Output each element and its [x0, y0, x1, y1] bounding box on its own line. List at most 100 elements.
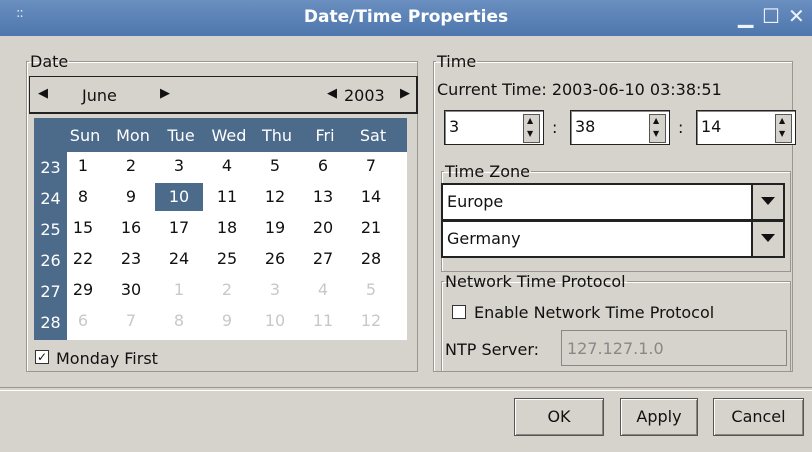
- country-dropdown-button[interactable]: [751, 222, 783, 256]
- chevron-down-icon: [761, 197, 775, 205]
- monday-first-checkbox[interactable]: ✓: [35, 350, 49, 364]
- day-cell[interactable]: 16: [107, 214, 155, 242]
- day-cell[interactable]: 6: [299, 152, 347, 180]
- country-select[interactable]: Germany: [441, 220, 785, 258]
- spin-up-icon[interactable]: ▲: [527, 117, 533, 125]
- day-cell[interactable]: 4: [299, 276, 347, 304]
- spin-up-icon[interactable]: ▲: [653, 117, 659, 125]
- day-cell[interactable]: 12: [251, 183, 299, 211]
- day-cell[interactable]: 8: [59, 183, 107, 211]
- ntp-server-label: NTP Server:: [445, 340, 540, 359]
- dialog-body: Date ◀ June ▶ ◀ 2003 ▶ Sun Mon Tue Wed Thu Fr…: [0, 36, 812, 452]
- spin-up-icon[interactable]: ▲: [779, 117, 785, 125]
- day-cell[interactable]: 29: [59, 276, 107, 304]
- minute-spinner[interactable]: 38 ▲ ▼: [570, 110, 670, 145]
- close-icon[interactable]: ✕: [788, 4, 805, 28]
- day-cell[interactable]: 23: [107, 245, 155, 273]
- hour-spin-arrows[interactable]: ▲ ▼: [523, 114, 540, 143]
- day-cell[interactable]: 9: [107, 183, 155, 211]
- time-legend: Time: [437, 52, 477, 71]
- ntp-legend: Network Time Protocol: [445, 272, 626, 291]
- ok-button[interactable]: OK: [514, 398, 604, 436]
- day-cell[interactable]: 25: [203, 245, 251, 273]
- ntp-server-value: 127.127.1.0: [567, 339, 664, 358]
- spin-down-icon[interactable]: ▼: [527, 130, 533, 138]
- day-cell[interactable]: 20: [299, 214, 347, 242]
- second-value: 14: [701, 117, 722, 136]
- chevron-down-icon: [761, 234, 775, 242]
- apply-button[interactable]: Apply: [620, 398, 698, 436]
- day-cell[interactable]: 27: [299, 245, 347, 273]
- hour-spinner[interactable]: 3 ▲ ▼: [444, 110, 544, 145]
- day-cell[interactable]: 28: [347, 245, 395, 273]
- month-label: June: [82, 86, 117, 105]
- day-cell[interactable]: 2: [203, 276, 251, 304]
- day-cell[interactable]: 10: [251, 307, 299, 335]
- day-cell[interactable]: 30: [107, 276, 155, 304]
- window-title: Date/Time Properties: [303, 7, 509, 27]
- weekday-header-cell: Sat: [359, 126, 387, 145]
- day-cell[interactable]: 14: [347, 183, 395, 211]
- region-value: Europe: [447, 192, 504, 211]
- weekday-header-cell: Wed: [211, 126, 247, 145]
- spin-down-icon[interactable]: ▼: [653, 130, 659, 138]
- prev-year-icon[interactable]: ◀: [327, 86, 337, 101]
- day-cell[interactable]: 21: [347, 214, 395, 242]
- day-cell[interactable]: 11: [203, 183, 251, 211]
- ntp-enable-label: Enable Network Time Protocol: [474, 303, 715, 322]
- day-cell[interactable]: 2: [107, 152, 155, 180]
- monday-first-label: Monday First: [56, 349, 158, 368]
- divider: [0, 387, 812, 391]
- timezone-legend: Time Zone: [445, 162, 530, 181]
- next-month-icon[interactable]: ▶: [160, 86, 170, 101]
- cancel-button[interactable]: Cancel: [713, 398, 804, 436]
- day-cell[interactable]: 7: [347, 152, 395, 180]
- weekday-header-cell: Sun: [69, 126, 101, 145]
- day-cell[interactable]: 19: [251, 214, 299, 242]
- minimize-icon[interactable]: ▁: [738, 4, 753, 28]
- ntp-enable-checkbox[interactable]: [452, 305, 466, 319]
- weekday-header-cell: Tue: [167, 126, 195, 145]
- maximize-icon[interactable]: ☐: [762, 4, 780, 28]
- day-cell[interactable]: 3: [155, 152, 203, 180]
- day-cell[interactable]: 13: [299, 183, 347, 211]
- region-select[interactable]: Europe: [441, 183, 785, 221]
- prev-month-icon[interactable]: ◀: [38, 86, 48, 101]
- second-spinner[interactable]: 14 ▲ ▼: [696, 110, 796, 145]
- spin-down-icon[interactable]: ▼: [779, 130, 785, 138]
- day-cell[interactable]: 8: [155, 307, 203, 335]
- day-cell[interactable]: 1: [155, 276, 203, 304]
- title-bar: :: Date/Time Properties ▁ ☐ ✕: [0, 0, 812, 36]
- day-cell[interactable]: 24: [155, 245, 203, 273]
- next-year-icon[interactable]: ▶: [400, 86, 410, 101]
- day-cell[interactable]: 10: [155, 183, 203, 211]
- second-spin-arrows[interactable]: ▲ ▼: [775, 114, 792, 143]
- day-cell[interactable]: 12: [347, 307, 395, 335]
- date-legend: Date: [30, 52, 69, 71]
- minute-spin-arrows[interactable]: ▲ ▼: [649, 114, 666, 143]
- day-cell[interactable]: 5: [251, 152, 299, 180]
- day-cell[interactable]: 1: [59, 152, 107, 180]
- country-value: Germany: [447, 229, 521, 248]
- day-cell[interactable]: 17: [155, 214, 203, 242]
- region-dropdown-button[interactable]: [751, 185, 783, 219]
- day-cell[interactable]: 3: [251, 276, 299, 304]
- calendar-grid: Sun Mon Tue Wed Thu Fri Sat 23 1 2 3 4 5 6 7 24 8 9 10 11 12…: [34, 118, 407, 340]
- calendar-nav: ◀ June ▶ ◀ 2003 ▶: [29, 76, 418, 114]
- day-cell[interactable]: 26: [251, 245, 299, 273]
- day-cell[interactable]: 11: [299, 307, 347, 335]
- day-cell[interactable]: 18: [203, 214, 251, 242]
- day-cell[interactable]: 4: [203, 152, 251, 180]
- weekday-header-cell: Mon: [116, 126, 150, 145]
- day-cell[interactable]: 5: [347, 276, 395, 304]
- day-cell[interactable]: 15: [59, 214, 107, 242]
- time-separator: :: [678, 118, 684, 137]
- time-separator: :: [552, 118, 558, 137]
- weekday-header-cell: Thu: [261, 126, 293, 145]
- ntp-server-field[interactable]: 127.127.1.0: [561, 330, 787, 366]
- day-cell[interactable]: 22: [59, 245, 107, 273]
- day-cell[interactable]: 9: [203, 307, 251, 335]
- day-cell[interactable]: 7: [107, 307, 155, 335]
- minute-value: 38: [575, 117, 596, 136]
- day-cell[interactable]: 6: [59, 307, 107, 335]
